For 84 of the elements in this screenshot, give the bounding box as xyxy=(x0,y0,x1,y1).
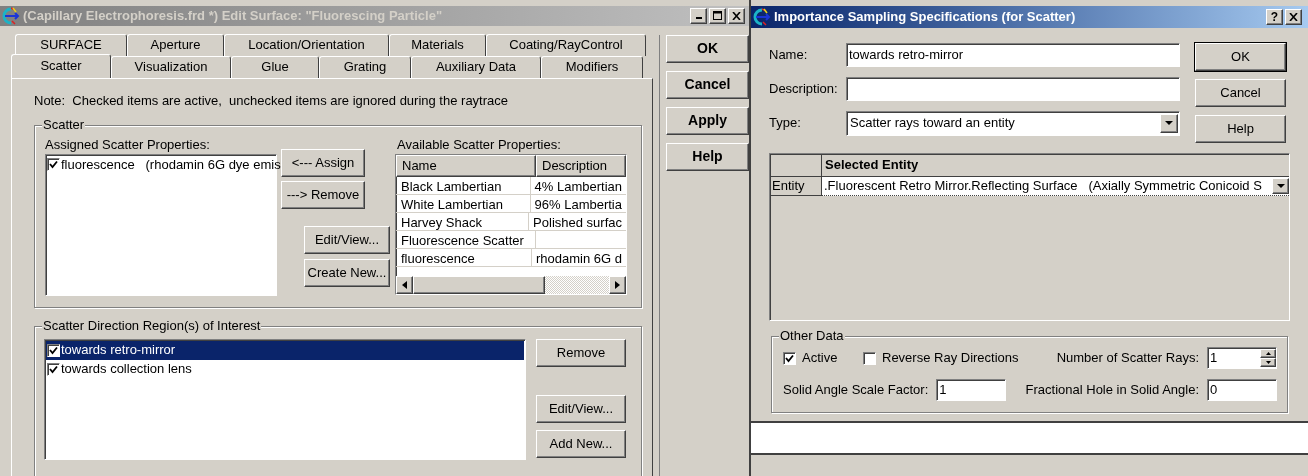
regions-list[interactable]: towards retro-mirror towards collection lens xyxy=(44,338,526,460)
checkbox[interactable] xyxy=(863,351,876,365)
window-title: Importance Sampling Specifications (for Scatter) xyxy=(774,8,1077,27)
up-arrow-icon xyxy=(1265,352,1271,355)
tab[interactable]: Scatter xyxy=(11,53,111,78)
table-cell-text: 96% Lambertia xyxy=(533,196,623,212)
corner-cell xyxy=(770,154,822,177)
push-button[interactable]: <--- Assign xyxy=(281,148,365,177)
push-button[interactable]: Help xyxy=(666,142,749,171)
app-icon xyxy=(753,8,771,26)
table-cell: Harvey Shack xyxy=(396,213,530,230)
note-text: Note: Checked items are active, unchecked items are ignored during the raytrace xyxy=(34,91,510,109)
left-arrow-icon xyxy=(402,281,407,289)
tab[interactable]: Visualization xyxy=(111,55,231,78)
minimize-icon xyxy=(695,17,702,20)
push-button[interactable]: Edit/View... xyxy=(304,225,390,254)
push-button[interactable]: OK xyxy=(666,34,749,63)
app-icon xyxy=(2,6,20,25)
list-item[interactable]: towards collection lens xyxy=(46,359,524,379)
push-button[interactable]: Create New... xyxy=(304,258,390,287)
dropdown-arrow-icon xyxy=(1276,184,1285,188)
push-button[interactable]: ---> Remove xyxy=(281,180,365,209)
push-button[interactable]: Add New... xyxy=(536,429,626,458)
maximize-button[interactable] xyxy=(709,7,726,24)
checkbox-label: Reverse Ray Directions xyxy=(882,349,1019,368)
right-arrow-icon xyxy=(615,281,620,289)
table-cell: Fluorescence Scatter xyxy=(396,231,536,248)
tab[interactable]: Modifiers xyxy=(541,55,643,78)
down-arrow-icon xyxy=(1265,361,1271,364)
checkbox-label: Active xyxy=(802,349,838,368)
help-button[interactable]: ? xyxy=(1266,9,1283,25)
spin-field[interactable]: 1 xyxy=(1207,347,1277,369)
tab[interactable]: Coating/RayControl xyxy=(486,33,646,56)
field-label: Solid Angle Scale Factor: xyxy=(783,381,929,400)
field-label: Name: xyxy=(769,46,809,65)
dropdown-arrow-icon xyxy=(1165,121,1173,125)
tab[interactable]: Glue xyxy=(231,55,319,78)
close-icon xyxy=(1289,13,1298,21)
item-label: towards retro-mirror xyxy=(61,341,176,360)
push-button[interactable]: Cancel xyxy=(666,70,749,99)
checkbox[interactable] xyxy=(47,343,60,357)
list-label: Assigned Scatter Properties: xyxy=(45,135,211,154)
table-cell: fluorescence xyxy=(396,249,532,266)
close-button[interactable] xyxy=(728,7,745,24)
table-cell-text: 4% Lambertian xyxy=(533,178,623,194)
tab[interactable]: Grating xyxy=(319,55,411,78)
text-field[interactable]: 1 xyxy=(936,379,1007,401)
push-button[interactable]: Apply xyxy=(666,106,749,135)
field-label: Description: xyxy=(769,80,839,99)
maximize-icon xyxy=(713,11,722,21)
list-label: Available Scatter Properties: xyxy=(397,135,562,154)
checkbox[interactable] xyxy=(783,351,796,365)
push-button[interactable]: Edit/View... xyxy=(536,394,626,423)
tab[interactable]: Aperture xyxy=(127,33,224,56)
field-label: Type: xyxy=(769,114,802,133)
column-header[interactable]: Description xyxy=(536,155,626,177)
type-dropdown[interactable]: Scatter rays toward an entity xyxy=(846,110,1180,136)
table-cell: Black Lambertian xyxy=(396,177,531,194)
field-label: Number of Scatter Rays: xyxy=(1056,349,1199,368)
entity-dropdown[interactable]: .Fluorescent Retro Mirror.Reflecting Surface (Axially Symmetric Conicoid S xyxy=(822,177,1289,196)
field-label: Fractional Hole in Solid Angle: xyxy=(1025,381,1199,400)
table-cell-text: Polished surfac xyxy=(532,214,623,230)
tab[interactable]: SURFACE xyxy=(15,33,127,56)
close-button[interactable] xyxy=(1285,9,1302,25)
minimize-button[interactable] xyxy=(690,7,707,24)
tab[interactable]: Location/Orientation xyxy=(224,33,389,56)
tab[interactable]: Materials xyxy=(389,33,486,56)
push-button[interactable]: Cancel xyxy=(1195,79,1286,107)
push-button[interactable]: OK xyxy=(1195,43,1286,71)
text-field[interactable]: 0 xyxy=(1207,379,1277,401)
item-label: towards collection lens xyxy=(61,360,192,379)
table-cell: White Lambertian xyxy=(396,195,531,212)
list-item[interactable]: towards retro-mirror xyxy=(46,340,524,360)
push-button[interactable]: Remove xyxy=(536,338,626,367)
text-field[interactable]: towards retro-mirror xyxy=(846,43,1180,67)
table-cell-text: rhodamin 6G d xyxy=(535,250,623,266)
column-header[interactable]: Name xyxy=(396,155,536,177)
properties-table[interactable]: Name Description Black Lambertian 4% Lambertian White Lambertian 96% Lambertia Harvey Shack Polished surfac Fluorescence Scatter fluorescence rhodamin 6G d xyxy=(395,154,627,295)
close-icon xyxy=(732,11,741,20)
horizontal-scrollbar[interactable] xyxy=(396,276,626,294)
text-field[interactable] xyxy=(846,77,1180,101)
push-button[interactable]: Help xyxy=(1195,115,1286,143)
entity-grid[interactable]: Selected Entity Entity .Fluorescent Retro Mirror.Reflecting Surface (Axially Symmetric Conicoid S xyxy=(769,153,1290,321)
tab[interactable]: Auxiliary Data xyxy=(411,55,541,78)
